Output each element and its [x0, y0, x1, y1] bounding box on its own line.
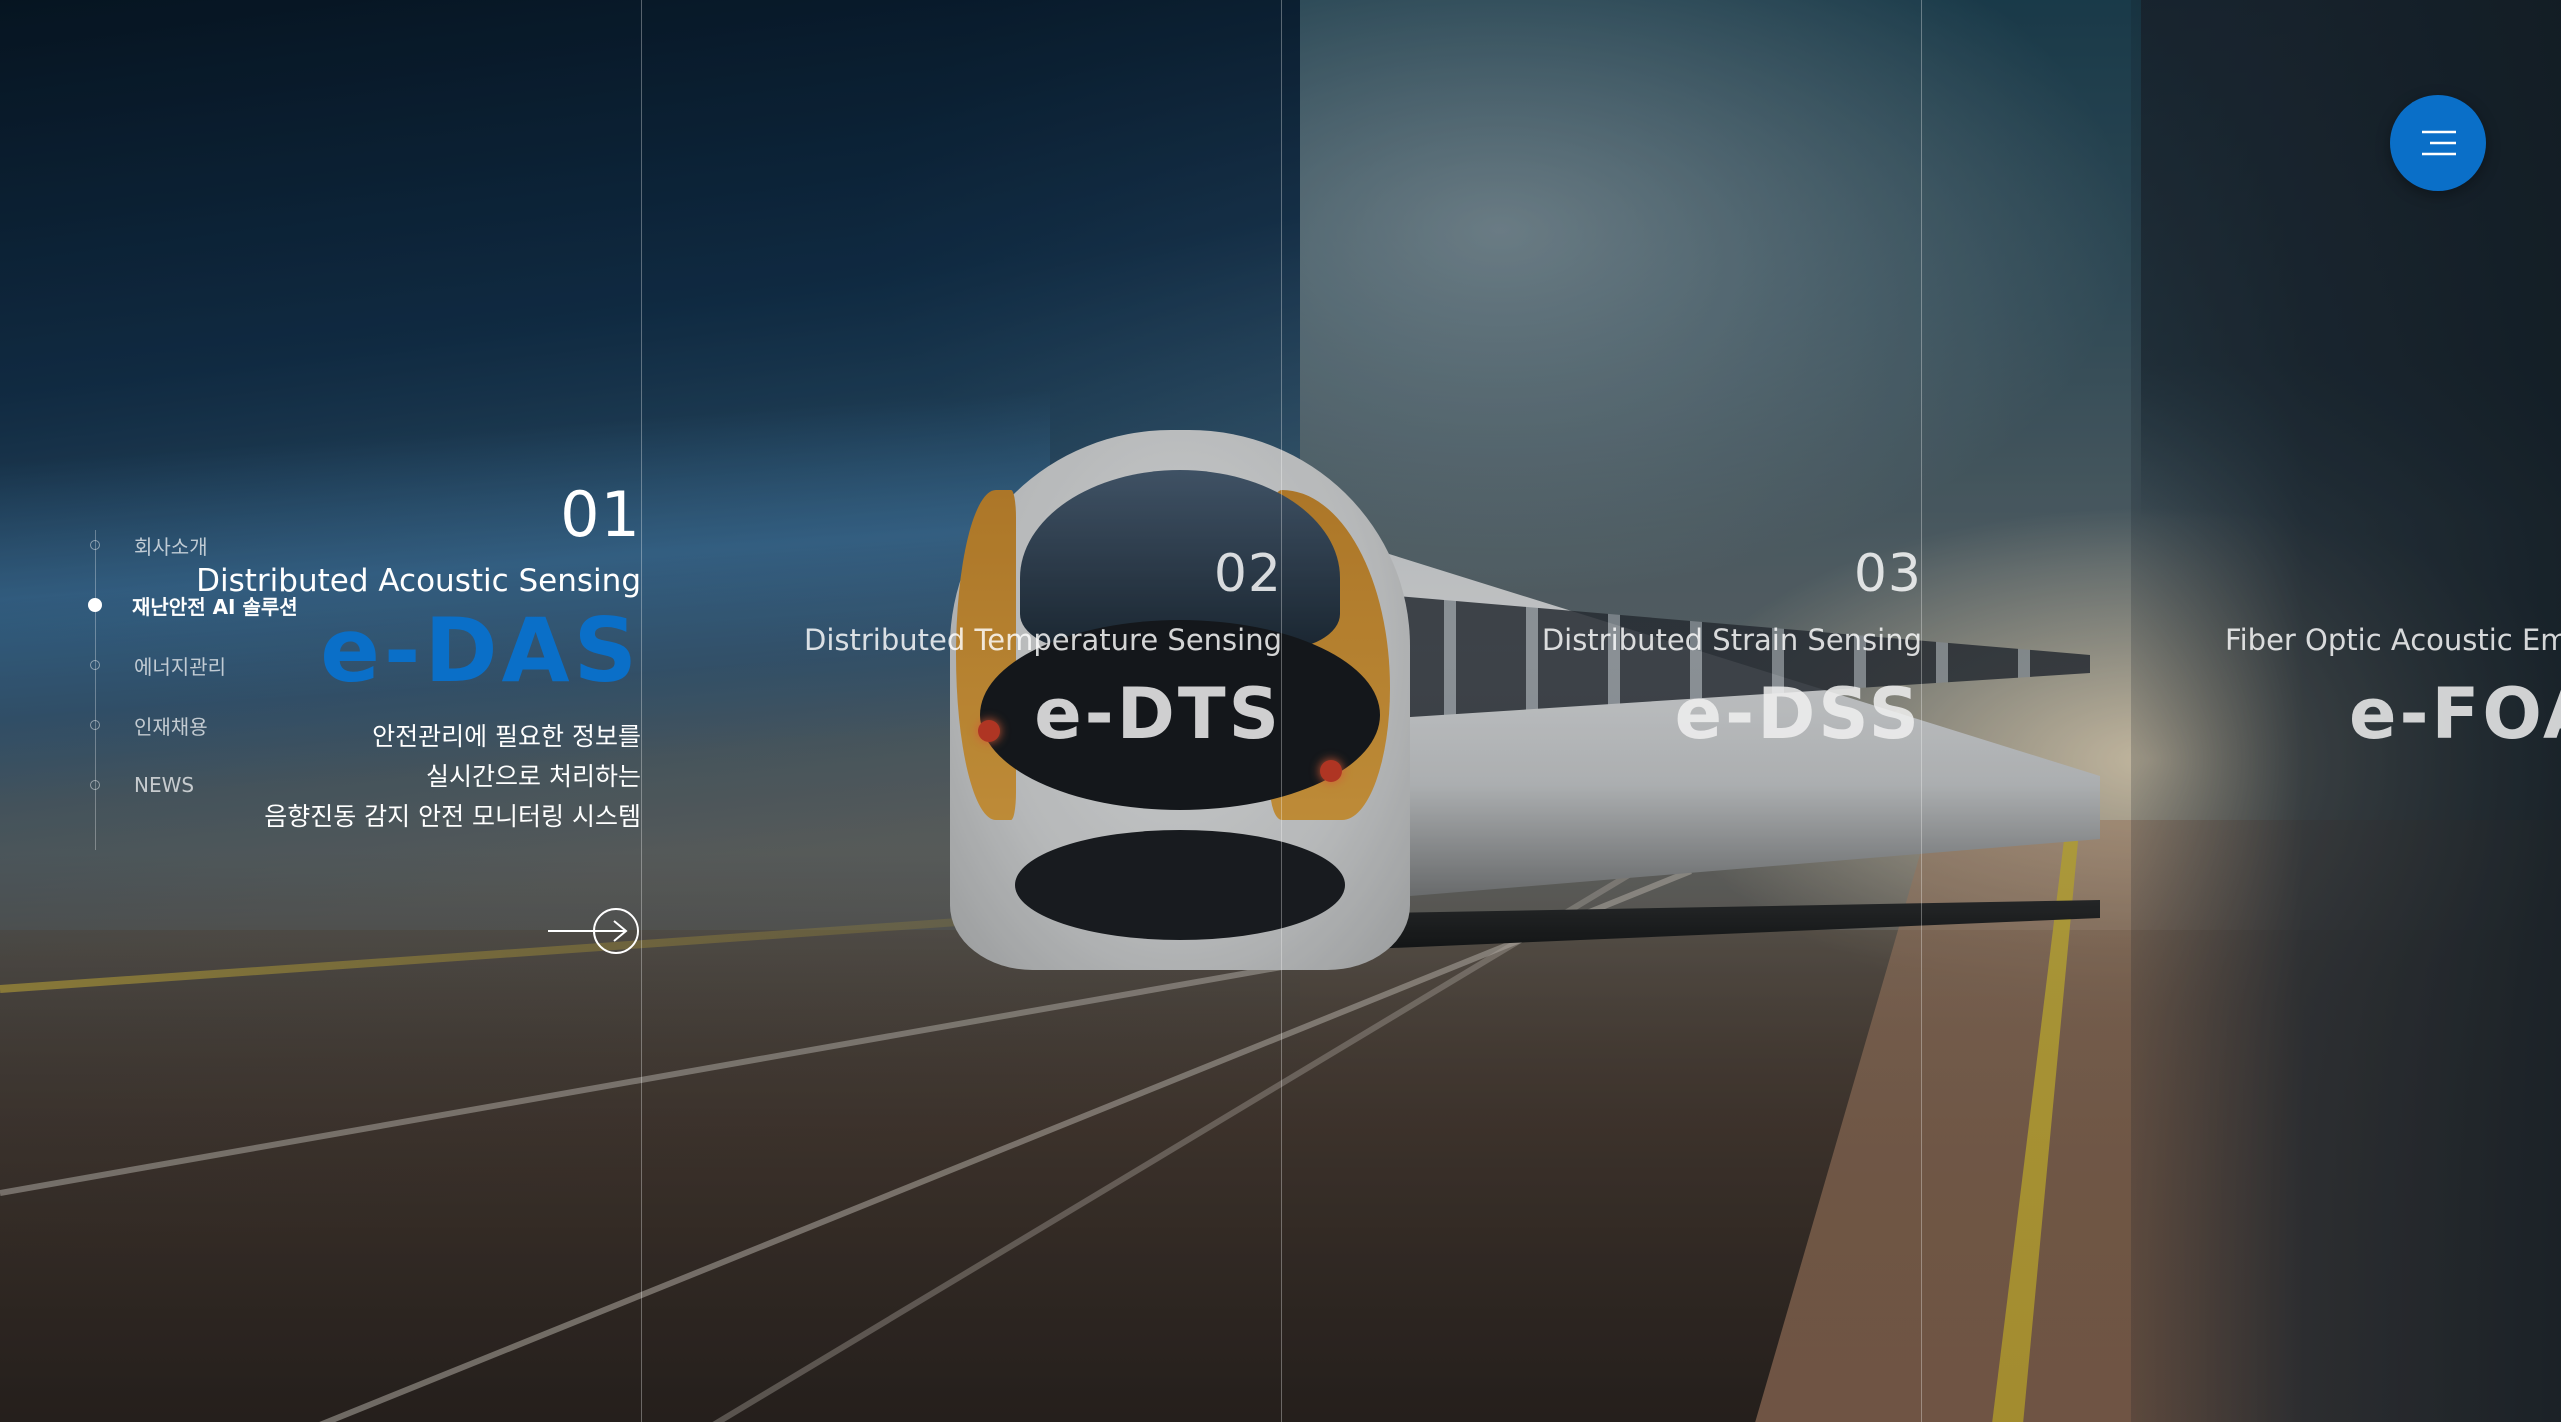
nav-item-news[interactable]: NEWS [84, 770, 194, 800]
solution-subtitle: Distributed Strain Sensing [1541, 623, 1922, 657]
more-button[interactable] [546, 906, 642, 956]
hamburger-menu-icon [2422, 130, 2456, 156]
solution-code: e-DTS [1034, 673, 1282, 755]
nav-track [95, 530, 96, 850]
solution-number: 04 [2225, 548, 2561, 600]
nav-dot [90, 780, 100, 790]
nav-dot-active [88, 598, 102, 612]
nav-label: 인재채용 [134, 714, 208, 739]
nav-dot [90, 540, 100, 550]
menu-button[interactable] [2390, 95, 2486, 191]
nav-label: 회사소개 [134, 534, 208, 559]
solution-code: e-FOAE [2349, 673, 2561, 755]
solution-number: 03 [1853, 544, 1922, 604]
side-nav: 회사소개 재난안전 AI 솔루션 에너지관리 인재채용 NEWS [84, 530, 344, 850]
nav-item-careers[interactable]: 인재채용 [84, 710, 208, 740]
solution-code: e-DSS [1674, 673, 1922, 755]
solution-panel-efoae[interactable]: 04 Fiber Optic Acoustic Emission e-FOAE [2225, 548, 2561, 755]
nav-dot [90, 660, 100, 670]
nav-label: 에너지관리 [134, 654, 226, 679]
solution-number: 02 [1213, 544, 1282, 604]
nav-item-energy[interactable]: 에너지관리 [84, 650, 226, 680]
nav-label: NEWS [134, 773, 195, 797]
column-divider [641, 0, 642, 1422]
solution-panel-edts[interactable]: 02 Distributed Temperature Sensing e-DTS [804, 548, 1282, 749]
arrow-right-circle-icon [548, 908, 639, 954]
solution-subtitle: Distributed Temperature Sensing [804, 623, 1282, 657]
nav-dot [90, 720, 100, 730]
solution-panel-edss[interactable]: 03 Distributed Strain Sensing e-DSS [1542, 548, 1922, 749]
nav-label: 재난안전 AI 솔루션 [132, 594, 298, 619]
nav-item-company[interactable]: 회사소개 [84, 530, 208, 560]
solution-subtitle: Fiber Optic Acoustic Emission [2225, 623, 2561, 657]
nav-item-disaster-safety-ai[interactable]: 재난안전 AI 솔루션 [84, 590, 298, 620]
